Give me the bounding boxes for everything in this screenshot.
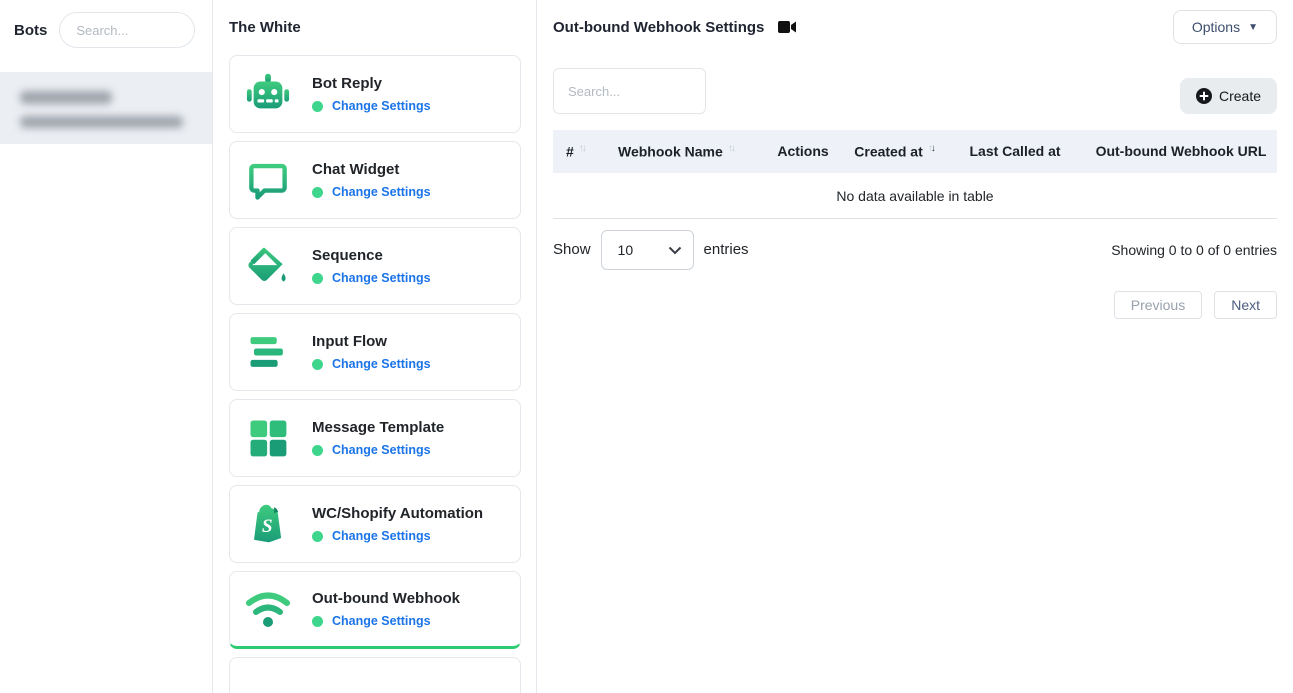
options-button-label: Options <box>1192 19 1240 35</box>
change-settings-link[interactable]: Change Settings <box>332 99 431 113</box>
table-header-row: #↑↓ Webhook Name↑↓ Actions Created at↑↓ … <box>553 130 1277 173</box>
svg-text:S: S <box>262 516 273 537</box>
card-sequence[interactable]: Sequence Change Settings <box>229 227 521 305</box>
status-dot-icon <box>312 187 323 198</box>
status-dot-icon <box>312 445 323 456</box>
bots-title: Bots <box>14 22 47 39</box>
shopify-bag-icon: S <box>244 500 292 548</box>
status-dot-icon <box>312 616 323 627</box>
sort-icon: ↑↓ <box>579 143 585 154</box>
column-header-webhook-url: Out-bound Webhook URL <box>1085 130 1277 173</box>
card-next-partial[interactable] <box>229 657 521 693</box>
bot-settings-column: The White B <box>213 0 537 693</box>
robot-icon <box>244 70 292 118</box>
chat-bubble-icon <box>244 156 292 204</box>
change-settings-link[interactable]: Change Settings <box>332 529 431 543</box>
options-button[interactable]: Options ▼ <box>1173 10 1277 44</box>
bot-settings-cards: Bot Reply Change Settings Chat Widget <box>229 55 520 693</box>
change-settings-link[interactable]: Change Settings <box>332 443 431 457</box>
change-settings-link[interactable]: Change Settings <box>332 271 431 285</box>
video-camera-icon <box>778 20 797 34</box>
column-header-index[interactable]: # ↑↓ <box>553 130 605 173</box>
column-header-actions: Actions <box>763 130 843 173</box>
webhooks-table: #↑↓ Webhook Name↑↓ Actions Created at↑↓ … <box>553 130 1277 219</box>
wifi-icon <box>244 585 292 633</box>
card-title: Chat Widget <box>312 161 431 178</box>
show-label: Show <box>553 241 591 258</box>
bot-list-item-selected[interactable] <box>0 72 212 144</box>
column-label: Out-bound Webhook URL <box>1096 143 1267 159</box>
entries-summary: Showing 0 to 0 of 0 entries <box>1111 242 1277 258</box>
plus-circle-icon <box>1196 88 1212 104</box>
status-dot-icon <box>312 101 323 112</box>
redacted-bot-name <box>20 91 112 104</box>
redacted-bot-phone <box>20 116 183 128</box>
previous-page-button[interactable]: Previous <box>1114 291 1202 319</box>
card-out-bound-webhook[interactable]: Out-bound Webhook Change Settings <box>229 571 521 649</box>
card-chat-widget[interactable]: Chat Widget Change Settings <box>229 141 521 219</box>
card-wc-shopify-automation[interactable]: S WC/Shopify Automation Change Settings <box>229 485 521 563</box>
column-header-created-at[interactable]: Created at ↑↓ <box>843 130 945 173</box>
webhook-search-input[interactable] <box>553 68 706 114</box>
page-length-select[interactable]: 10 <box>601 230 694 270</box>
status-dot-icon <box>312 359 323 370</box>
webhook-settings-panel: Out-bound Webhook Settings Options ▼ <box>537 0 1293 693</box>
bots-search-input[interactable] <box>59 12 195 48</box>
caret-down-icon: ▼ <box>1248 22 1258 33</box>
bots-sidebar: Bots <box>0 0 213 693</box>
change-settings-link[interactable]: Change Settings <box>332 614 431 628</box>
column-label: Webhook Name <box>618 144 723 160</box>
card-message-template[interactable]: Message Template Change Settings <box>229 399 521 477</box>
empty-table-row: No data available in table <box>553 173 1277 219</box>
grid-icon <box>244 414 292 462</box>
status-dot-icon <box>312 531 323 542</box>
entries-label: entries <box>704 241 749 258</box>
card-title: Out-bound Webhook <box>312 590 460 607</box>
bots-sidebar-header: Bots <box>0 0 212 60</box>
empty-message: No data available in table <box>553 173 1277 219</box>
create-button[interactable]: Create <box>1180 78 1277 114</box>
change-settings-link[interactable]: Change Settings <box>332 185 431 199</box>
column-label: Last Called at <box>969 143 1060 159</box>
card-title: Input Flow <box>312 333 431 350</box>
column-header-webhook-name[interactable]: Webhook Name ↑↓ <box>605 130 763 173</box>
column-label: Actions <box>777 143 828 159</box>
list-bars-icon <box>244 328 292 376</box>
sort-icon-desc: ↑↓ <box>928 143 934 154</box>
column-label: Created at <box>854 144 922 160</box>
pagination: Previous Next <box>553 291 1277 319</box>
create-button-label: Create <box>1219 88 1261 104</box>
app-window: Bots The White <box>0 0 1293 693</box>
change-settings-link[interactable]: Change Settings <box>332 357 431 371</box>
bot-name-title: The White <box>229 0 520 36</box>
sort-icon: ↑↓ <box>728 143 734 154</box>
paint-bucket-icon <box>244 242 292 290</box>
column-header-last-called-at: Last Called at <box>945 130 1085 173</box>
status-dot-icon <box>312 273 323 284</box>
page-title: Out-bound Webhook Settings <box>553 19 764 36</box>
card-bot-reply[interactable]: Bot Reply Change Settings <box>229 55 521 133</box>
card-input-flow[interactable]: Input Flow Change Settings <box>229 313 521 391</box>
card-title: Bot Reply <box>312 75 431 92</box>
card-title: Message Template <box>312 419 444 436</box>
card-title: Sequence <box>312 247 431 264</box>
next-page-button[interactable]: Next <box>1214 291 1277 319</box>
card-title: WC/Shopify Automation <box>312 505 483 522</box>
column-label: # <box>566 144 574 160</box>
